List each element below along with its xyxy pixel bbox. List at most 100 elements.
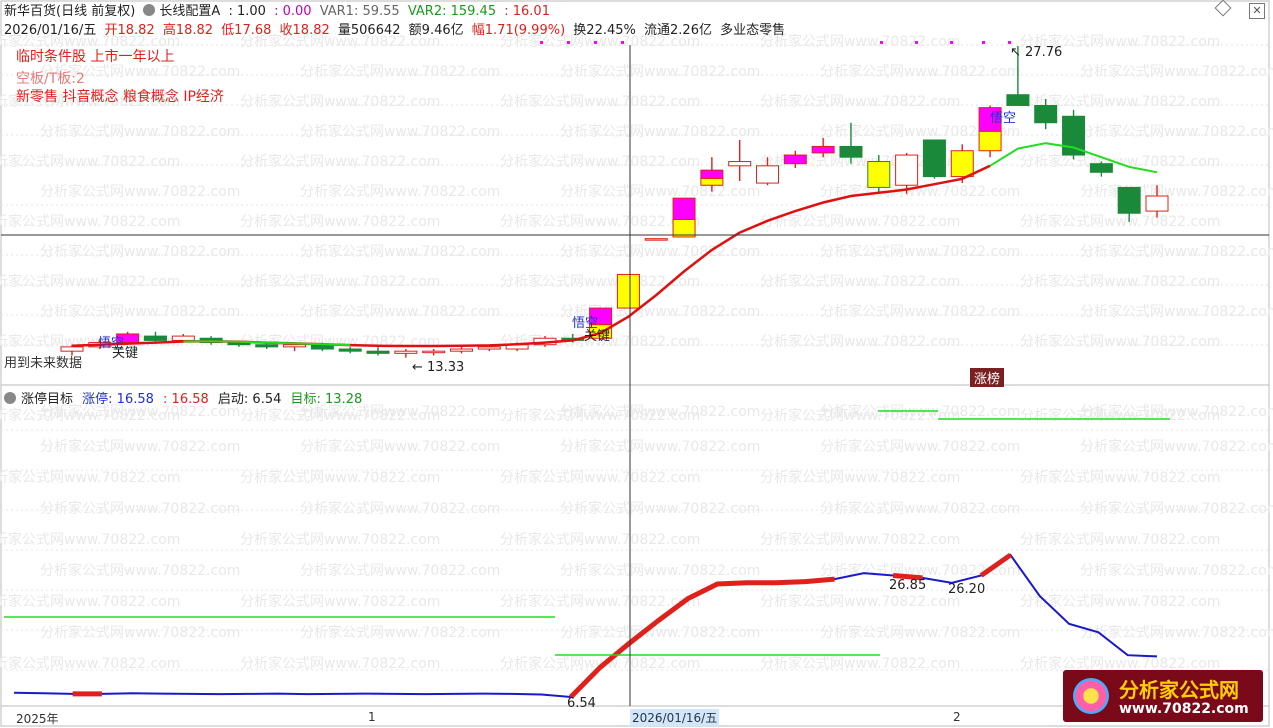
watermark-text: 分析家公式网www.70822.com <box>820 243 1020 260</box>
watermark-text: 分析家公式网www.70822.com <box>1020 531 1220 548</box>
watermark-text: 分析家公式网www.70822.com <box>300 63 500 80</box>
watermark-text: 分析家公式网www.70822.com <box>500 93 700 110</box>
watermark-text: 分析家公式网www.70822.com <box>820 63 1020 80</box>
watermark-text: 分析家公式网www.70822.com <box>1020 153 1220 170</box>
signal-dot <box>880 41 883 44</box>
quote-float: 流通2.26亿 <box>644 23 712 38</box>
note-concepts: 新零售 抖音概念 粮食概念 IP经济 <box>16 89 224 105</box>
watermark-text: 分析家公式网www.70822.com <box>760 655 960 672</box>
watermark-text: 分析家公式网www.70822.com <box>1080 123 1273 140</box>
watermark-text: 分析家公式网www.70822.com <box>300 562 500 579</box>
quote-change: 幅1.71(9.99%) <box>471 23 566 38</box>
watermark-text: 分析家公式网www.70822.com <box>240 273 440 290</box>
zt-label: 涨停: 16.58 <box>82 392 154 407</box>
site-logo: 分析家公式网 www.70822.com <box>1063 670 1263 722</box>
candle-body <box>756 165 780 184</box>
watermark-text: 分析家公式网www.70822.com <box>500 407 700 424</box>
watermark-text: 分析家公式网www.70822.com <box>760 333 960 350</box>
watermark-text: 分析家公式网www.70822.com <box>760 33 960 50</box>
candle-body <box>422 350 446 354</box>
watermark-text: 分析家公式网www.70822.com <box>1020 273 1220 290</box>
watermark-text: 分析家公式网www.70822.com <box>820 624 1020 641</box>
candle-body <box>171 335 195 341</box>
flower-icon <box>1073 678 1109 714</box>
candle-body <box>783 154 807 165</box>
candle-body <box>1117 186 1141 214</box>
watermark-text: 分析家公式网www.70822.com <box>560 243 760 260</box>
indicator-title[interactable]: 涨停目标 <box>21 392 73 407</box>
close-icon[interactable]: ✕ <box>1249 3 1265 19</box>
candle-body <box>700 177 724 186</box>
quote-date: 2026/01/16/五 <box>4 23 97 38</box>
watermark-text: 分析家公式网www.70822.com <box>1080 183 1273 200</box>
watermark-text: 分析家公式网www.70822.com <box>300 243 500 260</box>
candle-body <box>255 344 279 348</box>
candle-body <box>1145 195 1169 212</box>
watermark-text: 分析家公式网www.70822.com <box>40 303 240 320</box>
stock-name[interactable]: 新华百货(日线 前复权) <box>4 4 135 19</box>
candle-body <box>728 161 752 167</box>
watermark-text: 分析家公式网www.70822.com <box>820 303 1020 320</box>
watermark-text: 分析家公式网www.70822.com <box>0 531 180 548</box>
watermark-text: 分析家公式网www.70822.com <box>300 438 500 455</box>
quote-amount: 额9.46亿 <box>408 23 464 38</box>
watermark-text: 分析家公式网www.70822.com <box>240 531 440 548</box>
candle-body <box>644 238 668 241</box>
indicator-name[interactable]: 长线配置A <box>159 4 220 19</box>
candle-body <box>394 350 418 354</box>
indicator-value-2: : 0.00 <box>274 4 312 19</box>
watermark-text: 分析家公式网www.70822.com <box>40 438 240 455</box>
candle-body <box>950 150 974 178</box>
signal-dot <box>1008 41 1011 44</box>
watermark-text: 分析家公式网www.70822.com <box>760 213 960 230</box>
var1-value: VAR1: 59.55 <box>319 4 400 19</box>
candle-body <box>1006 94 1030 106</box>
candle-body <box>978 130 1002 152</box>
quote-open: 开18.82 <box>104 23 155 38</box>
limit-list-badge[interactable]: 涨榜 <box>970 368 1005 387</box>
chart-canvas[interactable]: 分析家公式网www.70822.com 分析家公式网www.70822.com 分析… <box>0 0 1273 728</box>
start-label: 启动: 6.54 <box>217 392 282 407</box>
indicator-value-1: : 1.00 <box>228 4 266 19</box>
watermark-text: 分析家公式网www.70822.com <box>1080 243 1273 260</box>
watermark-text: 分析家公式网www.70822.com <box>560 63 760 80</box>
watermark-text: 分析家公式网www.70822.com <box>1080 562 1273 579</box>
candle-body <box>895 154 919 186</box>
watermark-text: 分析家公式网www.70822.com <box>1020 407 1220 424</box>
xaxis-year: 2025年 <box>16 712 59 726</box>
watermark-text: 分析家公式网www.70822.com <box>300 123 500 140</box>
xaxis-month-1: 1 <box>368 710 376 724</box>
watermark-text: 分析家公式网www.70822.com <box>500 213 700 230</box>
watermark-text: 分析家公式网www.70822.com <box>760 469 960 486</box>
candle-body <box>867 161 891 188</box>
high-price-label: ↖ 27.76 <box>1010 45 1062 60</box>
watermark-text: 分析家公式网www.70822.com <box>0 655 180 672</box>
note-board: 空板/T板:2 <box>16 71 85 87</box>
watermark-text: 分析家公式网www.70822.com <box>40 624 240 641</box>
watermark-text: 分析家公式网www.70822.com <box>560 183 760 200</box>
candle-body <box>338 348 362 352</box>
candle-body <box>366 350 390 354</box>
diamond-icon[interactable] <box>1214 0 1232 17</box>
watermark-text: 分析家公式网www.70822.com <box>0 593 180 610</box>
watermark-text: 分析家公式网www.70822.com <box>760 273 960 290</box>
annotation-6-54: 6.54 <box>567 696 596 711</box>
indicator-toggle-icon[interactable] <box>143 4 156 16</box>
annotation-26-20: 26.20 <box>948 582 985 597</box>
signal-dot <box>567 41 570 44</box>
key-label: 关键 <box>584 329 610 344</box>
watermark-text: 分析家公式网www.70822.com <box>560 438 760 455</box>
watermark-text: 分析家公式网www.70822.com <box>760 407 960 424</box>
signal-dot <box>982 41 985 44</box>
candle-body <box>700 169 724 179</box>
candle-body <box>143 335 167 341</box>
watermark-text: 分析家公式网www.70822.com <box>0 469 180 486</box>
indicator-panel-toggle-icon[interactable] <box>4 392 16 404</box>
watermark-text: 分析家公式网www.70822.com <box>0 213 180 230</box>
watermark-text: 分析家公式网www.70822.com <box>820 500 1020 517</box>
watermark-text: 分析家公式网www.70822.com <box>560 562 760 579</box>
key-label: 关键 <box>112 346 138 361</box>
annotation-26-85: 26.85 <box>889 578 926 593</box>
watermark-text: 分析家公式网www.70822.com <box>1080 500 1273 517</box>
candle-body <box>616 273 640 309</box>
